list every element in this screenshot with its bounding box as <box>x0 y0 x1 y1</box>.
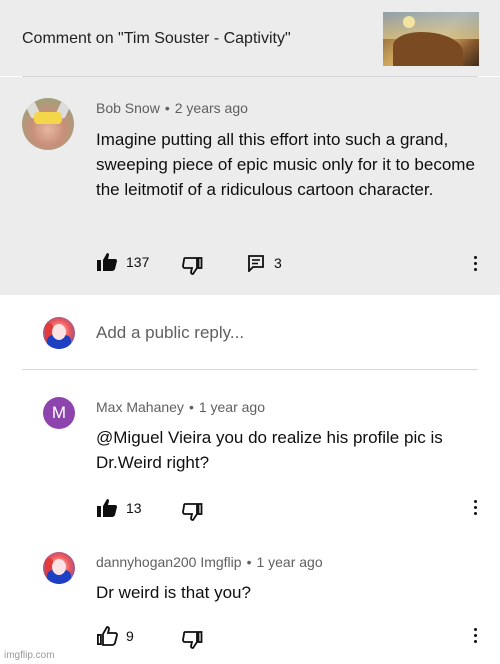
reply-count-button[interactable]: 3 <box>247 254 282 272</box>
like-count: 13 <box>126 500 142 516</box>
watermark: imgflip.com <box>4 650 55 661</box>
video-thumbnail[interactable] <box>383 12 479 66</box>
reply-time: 1 year ago <box>198 399 266 415</box>
avatar[interactable] <box>43 552 75 584</box>
dislike-button[interactable] <box>182 630 204 650</box>
thumbs-down-icon <box>182 503 203 521</box>
like-count: 9 <box>126 628 134 644</box>
like-button[interactable]: 13 <box>96 498 142 518</box>
reply-meta: Max Mahaney • 1 year ago <box>96 399 265 415</box>
separator: • <box>164 100 170 116</box>
comment-text: Imagine putting all this effort into suc… <box>96 130 475 199</box>
comment-meta: Bob Snow • 2 years ago <box>96 100 248 116</box>
header-title: Comment on "Tim Souster - Captivity" <box>22 30 291 47</box>
reply-meta: dannyhogan200 Imgflip • 1 year ago <box>96 554 323 570</box>
reply-author[interactable]: Max Mahaney <box>96 399 184 415</box>
comment-author[interactable]: Bob Snow <box>96 100 160 116</box>
reply-author[interactable]: dannyhogan200 Imgflip <box>96 554 242 570</box>
thumbs-up-icon <box>97 253 117 271</box>
reply-count: 3 <box>274 255 282 271</box>
comment-time: 2 years ago <box>174 100 248 116</box>
reply-text: Dr weird is that you? <box>96 583 251 602</box>
reply-input[interactable]: Add a public reply... <box>96 323 244 343</box>
thumbs-down-icon <box>182 257 203 275</box>
like-count: 137 <box>126 254 150 270</box>
comment-icon <box>248 255 264 272</box>
more-options-icon[interactable] <box>472 256 478 274</box>
comments-header: Comment on "Tim Souster - Captivity" <box>0 0 500 76</box>
thumbs-down-icon <box>182 631 203 649</box>
avatar[interactable] <box>22 98 74 150</box>
separator: • <box>246 554 252 570</box>
like-button[interactable]: 137 <box>96 252 149 272</box>
reply-text: @Miguel Vieira you do realize his profil… <box>96 428 443 472</box>
thumbs-up-icon <box>96 626 118 646</box>
more-options-icon[interactable] <box>472 628 478 646</box>
thumbs-up-icon <box>97 499 117 517</box>
separator: • <box>188 399 194 415</box>
divider <box>22 369 478 370</box>
reply-time: 1 year ago <box>256 554 323 570</box>
more-options-icon[interactable] <box>472 500 478 518</box>
avatar[interactable]: M <box>43 397 75 429</box>
user-avatar <box>43 317 75 349</box>
dislike-button[interactable] <box>182 502 204 522</box>
like-button[interactable]: 9 <box>96 626 134 646</box>
dislike-button[interactable] <box>182 256 204 276</box>
